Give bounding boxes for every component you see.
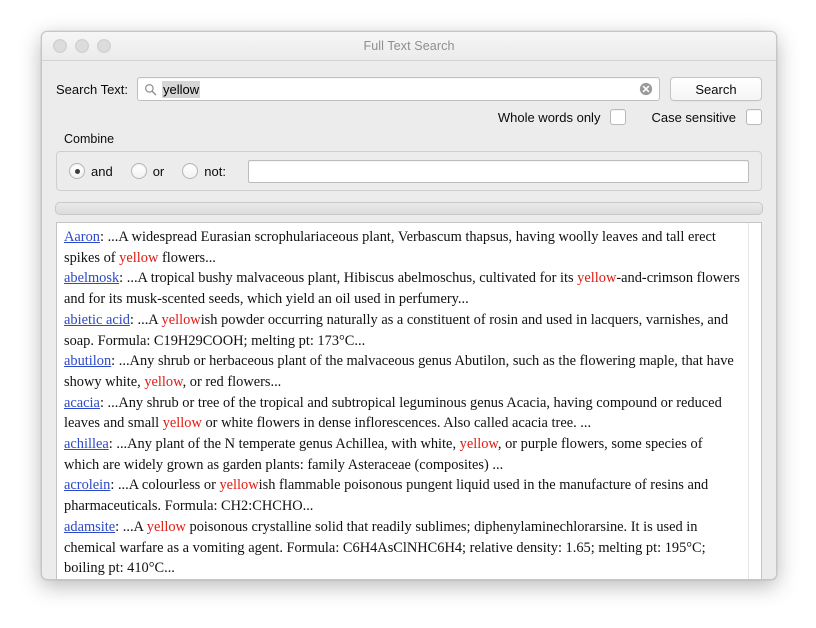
not-text-input[interactable] bbox=[247, 159, 749, 183]
result-term-link[interactable]: acacia bbox=[64, 395, 100, 411]
result-term-link[interactable]: adamsite bbox=[64, 519, 115, 535]
close-button[interactable] bbox=[53, 39, 67, 53]
result-highlight: yellow bbox=[119, 249, 159, 266]
result-highlight: yellow bbox=[146, 518, 186, 535]
result-snippet-text: : ...A tropical bushy malvaceous plant, … bbox=[119, 270, 578, 287]
result-term-link[interactable]: acrolein bbox=[64, 477, 110, 493]
search-text-label: Search Text: bbox=[56, 81, 129, 97]
case-sensitive-option[interactable]: Case sensitive bbox=[651, 109, 762, 125]
result-entry[interactable]: acacia: ...Any shrub or tree of the trop… bbox=[64, 393, 741, 434]
case-sensitive-label: Case sensitive bbox=[651, 109, 736, 125]
result-highlight: yellow bbox=[219, 477, 259, 494]
search-button[interactable]: Search bbox=[670, 77, 762, 101]
result-term-link[interactable]: abutilon bbox=[64, 353, 111, 369]
radio-or-label: or bbox=[152, 163, 165, 179]
result-snippet-text: : ...A bbox=[129, 311, 162, 328]
search-input-value: yellow bbox=[162, 80, 201, 98]
radio-item-and[interactable]: and bbox=[69, 163, 113, 179]
combine-radio-group: and or not: bbox=[69, 163, 244, 179]
radio-item-or[interactable]: or bbox=[130, 163, 165, 179]
radio-not-label: not: bbox=[204, 163, 226, 179]
whole-words-only-option[interactable]: Whole words only bbox=[498, 109, 627, 125]
result-highlight: yellow bbox=[459, 436, 498, 453]
result-entry[interactable]: Adichie: ...Chimamanda Ngozi, born 1977,… bbox=[64, 579, 741, 580]
search-options-row: Whole words only Case sensitive bbox=[42, 101, 776, 125]
radio-or-indicator[interactable] bbox=[130, 163, 147, 179]
window-content: Search Text: yellow Search Whole words o… bbox=[42, 61, 776, 580]
zoom-button[interactable] bbox=[97, 39, 111, 53]
combine-group-label: Combine bbox=[64, 132, 115, 146]
result-highlight: yellow bbox=[577, 270, 617, 287]
result-term-link[interactable]: achillea bbox=[64, 436, 109, 452]
results-panel[interactable]: Aaron: ...A widespread Eurasian scrophul… bbox=[56, 222, 762, 580]
traffic-lights bbox=[53, 39, 111, 53]
combine-group: and or not: bbox=[56, 151, 762, 191]
result-entry[interactable]: abelmosk: ...A tropical bushy malvaceous… bbox=[64, 268, 741, 309]
result-snippet-text: : ...A colourless or bbox=[110, 477, 220, 494]
result-term-link[interactable]: Aaron bbox=[64, 229, 100, 245]
search-icon bbox=[145, 83, 157, 95]
whole-words-only-checkbox[interactable] bbox=[610, 109, 627, 125]
result-entry[interactable]: abietic acid: ...A yellowish powder occu… bbox=[64, 310, 741, 351]
result-highlight: yellow bbox=[162, 415, 202, 432]
radio-and-indicator[interactable] bbox=[69, 163, 85, 179]
result-highlight: yellow bbox=[144, 373, 183, 390]
search-input[interactable]: yellow bbox=[137, 77, 660, 101]
radio-item-not[interactable]: not: bbox=[182, 163, 226, 179]
result-highlight: yellow bbox=[161, 311, 201, 328]
radio-not-indicator[interactable] bbox=[182, 163, 199, 179]
window-titlebar: Full Text Search bbox=[42, 32, 776, 61]
result-snippet-text: : ...A bbox=[115, 518, 147, 535]
result-snippet-text: flowers... bbox=[158, 249, 216, 266]
result-entry[interactable]: abutilon: ...Any shrub or herbaceous pla… bbox=[64, 351, 741, 392]
result-entry[interactable]: acrolein: ...A colourless or yellowish f… bbox=[64, 475, 741, 516]
result-snippet-text: : ...Any plant of the N temperate genus … bbox=[108, 436, 460, 453]
full-text-search-window: Full Text Search Search Text: yellow Sea… bbox=[41, 31, 777, 580]
result-snippet-text: , or red flowers... bbox=[182, 373, 282, 390]
result-entry[interactable]: Aaron: ...A widespread Eurasian scrophul… bbox=[64, 227, 741, 268]
minimize-button[interactable] bbox=[75, 39, 89, 53]
radio-and-label: and bbox=[91, 163, 113, 179]
clear-icon[interactable] bbox=[639, 82, 653, 96]
whole-words-only-label: Whole words only bbox=[497, 109, 601, 125]
search-row: Search Text: yellow Search bbox=[42, 61, 776, 101]
result-entry[interactable]: adamsite: ...A yellow poisonous crystall… bbox=[64, 517, 741, 579]
case-sensitive-checkbox[interactable] bbox=[746, 109, 762, 125]
result-snippet-text: or white flowers in dense inflorescences… bbox=[201, 415, 592, 432]
result-entry[interactable]: achillea: ...Any plant of the N temperat… bbox=[64, 434, 741, 475]
result-term-link[interactable]: abelmosk bbox=[64, 270, 119, 286]
results-scrollbar[interactable] bbox=[748, 223, 761, 579]
panel-splitter[interactable] bbox=[55, 202, 763, 215]
result-term-link[interactable]: abietic acid bbox=[64, 312, 130, 328]
results-list: Aaron: ...A widespread Eurasian scrophul… bbox=[57, 223, 748, 580]
window-title: Full Text Search bbox=[363, 39, 455, 53]
